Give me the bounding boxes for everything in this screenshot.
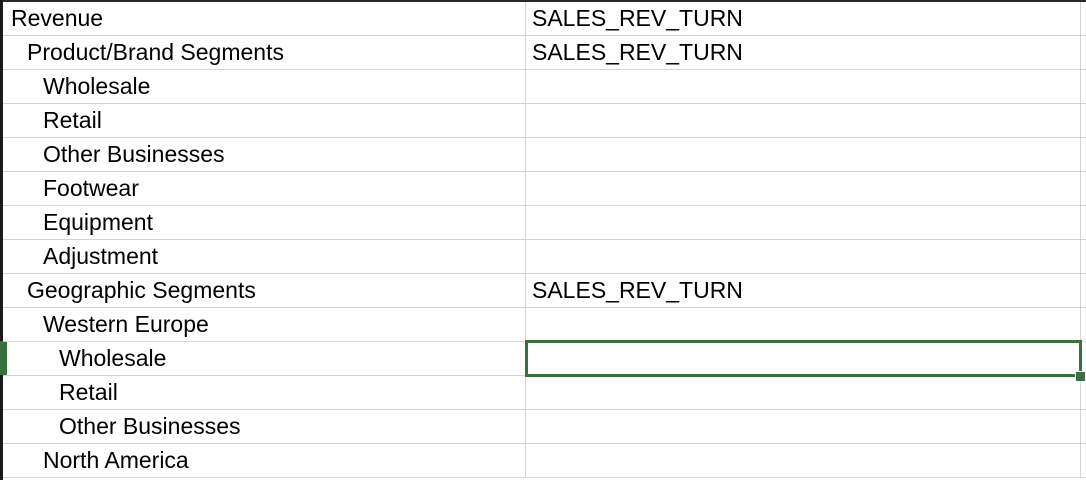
table-row: Western Europe [3, 308, 1086, 342]
label-cell[interactable]: Adjustment [3, 240, 526, 273]
label-cell[interactable]: Equipment [3, 206, 526, 239]
empty-cell[interactable] [1081, 70, 1086, 103]
table-row: Other Businesses [3, 138, 1086, 172]
table-row: Retail [3, 376, 1086, 410]
value-cell[interactable] [526, 104, 1081, 137]
label-cell[interactable]: Retail [3, 104, 526, 137]
empty-cell[interactable] [1081, 308, 1086, 341]
fill-handle[interactable] [1075, 371, 1086, 382]
label-cell[interactable]: Wholesale [3, 342, 526, 375]
label-cell[interactable]: Geographic Segments [3, 274, 526, 307]
cell-grid: Revenue SALES_REV_TURN Product/Brand Seg… [3, 2, 1086, 478]
value-cell[interactable] [526, 240, 1081, 273]
empty-cell[interactable] [1081, 206, 1086, 239]
table-row: Geographic Segments SALES_REV_TURN [3, 274, 1086, 308]
table-row: Revenue SALES_REV_TURN [3, 2, 1086, 36]
table-row: Wholesale [3, 70, 1086, 104]
empty-cell[interactable] [1081, 274, 1086, 307]
empty-cell[interactable] [1081, 240, 1086, 273]
empty-cell[interactable] [1081, 36, 1086, 69]
label-cell[interactable]: Wholesale [3, 70, 526, 103]
value-cell[interactable] [526, 376, 1081, 409]
label-cell[interactable]: Western Europe [3, 308, 526, 341]
value-cell[interactable] [526, 444, 1081, 477]
active-cell-selection[interactable] [525, 340, 1082, 377]
empty-cell[interactable] [1081, 104, 1086, 137]
table-row: Retail [3, 104, 1086, 138]
label-cell[interactable]: Revenue [3, 2, 526, 35]
table-row: Footwear [3, 172, 1086, 206]
value-cell[interactable]: SALES_REV_TURN [526, 36, 1081, 69]
empty-cell[interactable] [1081, 2, 1086, 35]
empty-cell[interactable] [1081, 138, 1086, 171]
table-row: North America [3, 444, 1086, 478]
empty-cell[interactable] [1081, 410, 1086, 443]
label-cell[interactable]: Product/Brand Segments [3, 36, 526, 69]
label-cell[interactable]: Retail [3, 376, 526, 409]
value-cell[interactable] [526, 138, 1081, 171]
empty-cell[interactable] [1081, 172, 1086, 205]
value-cell[interactable] [526, 308, 1081, 341]
label-cell[interactable]: Other Businesses [3, 410, 526, 443]
empty-cell[interactable] [1081, 444, 1086, 477]
value-cell[interactable] [526, 206, 1081, 239]
value-cell[interactable] [526, 70, 1081, 103]
table-row: Equipment [3, 206, 1086, 240]
table-row: Product/Brand Segments SALES_REV_TURN [3, 36, 1086, 70]
value-cell[interactable] [526, 172, 1081, 205]
label-cell[interactable]: North America [3, 444, 526, 477]
spreadsheet-grid[interactable]: Revenue SALES_REV_TURN Product/Brand Seg… [0, 0, 1086, 480]
value-cell[interactable] [526, 410, 1081, 443]
label-cell[interactable]: Other Businesses [3, 138, 526, 171]
table-row: Adjustment [3, 240, 1086, 274]
label-cell[interactable]: Footwear [3, 172, 526, 205]
value-cell[interactable]: SALES_REV_TURN [526, 2, 1081, 35]
table-row: Other Businesses [3, 410, 1086, 444]
value-cell[interactable]: SALES_REV_TURN [526, 274, 1081, 307]
